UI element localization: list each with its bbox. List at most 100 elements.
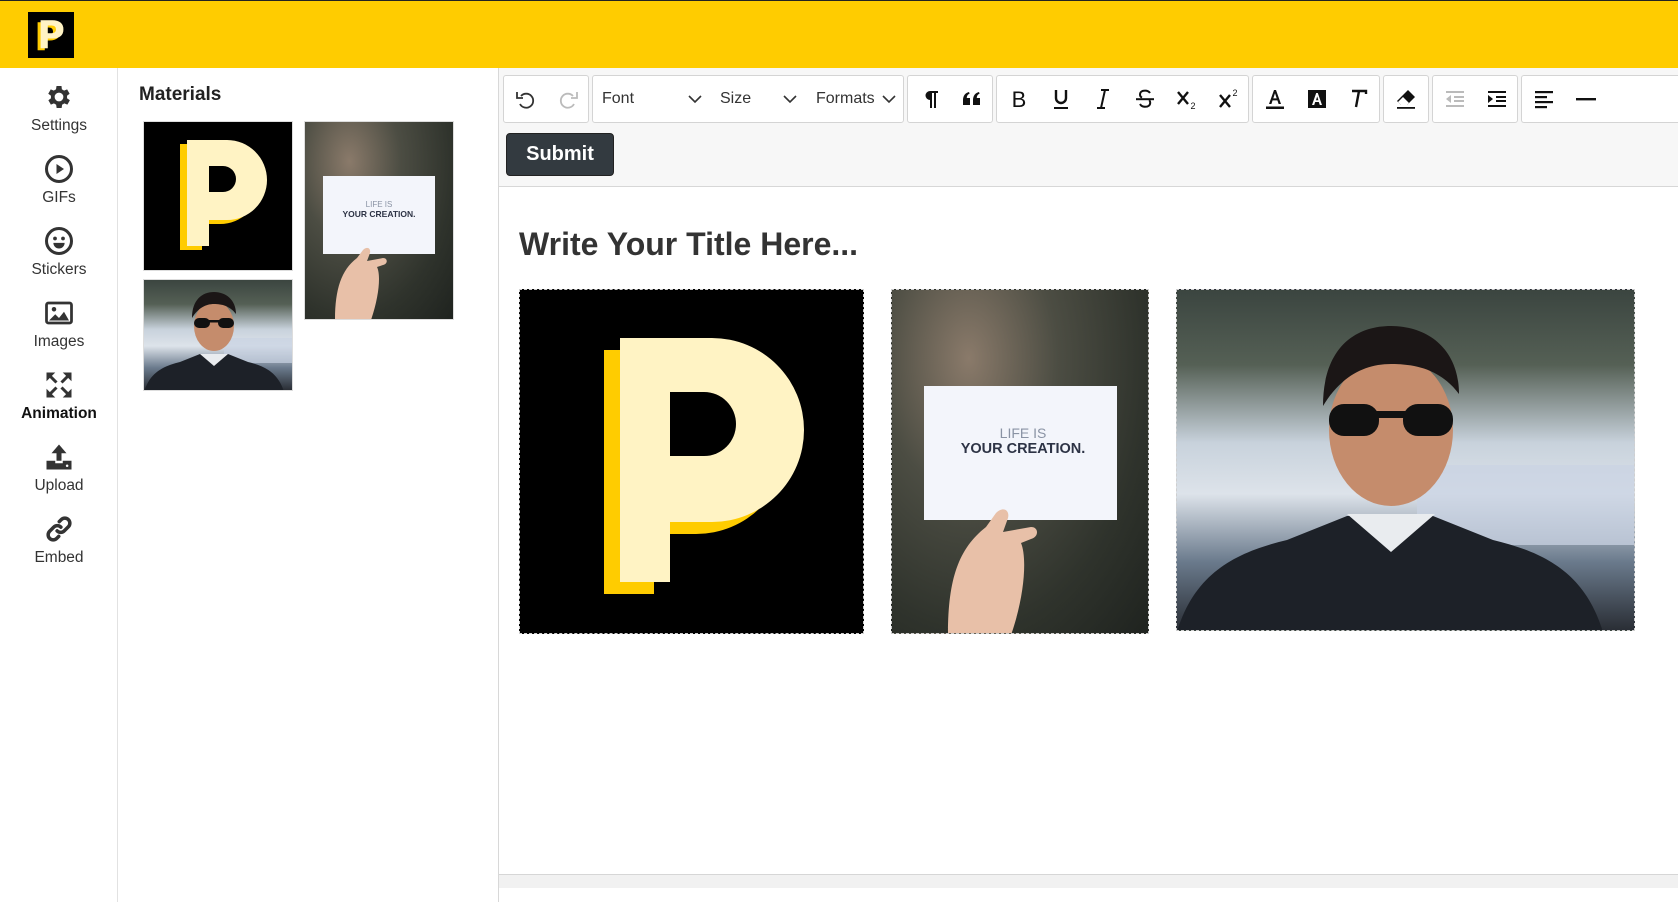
sidebar-item-label: Animation [21,405,97,422]
material-thumb-logo[interactable] [143,121,293,271]
text-style-group: B 2 2 [996,75,1249,123]
chevron-down-icon [882,95,896,104]
material-thumb-card[interactable]: LIFE IS YOUR CREATION. [304,121,454,320]
chevron-down-icon [783,95,797,104]
left-sidebar: Settings GIFs Stickers Images Animation … [0,68,118,902]
outdent-icon [1446,91,1464,107]
materials-title: Materials [139,84,222,105]
indent-group [1432,75,1518,123]
eraser-button[interactable] [1384,76,1428,122]
color-group [1252,75,1380,123]
blockquote-icon [963,92,980,105]
formats-select-label: Formats [816,90,875,107]
eraser-group [1383,75,1429,123]
gear-icon [48,86,70,108]
p-logo-image [180,140,267,250]
size-select[interactable]: Size [712,76,808,122]
horizontal-rule-icon [1576,98,1596,101]
strikethrough-icon [1136,89,1154,108]
redo-icon [559,92,578,109]
undo-button[interactable] [504,76,548,122]
svg-text:2: 2 [1232,88,1237,98]
p-logo-image [604,338,804,594]
paragraph-button[interactable] [908,76,952,122]
image-icon [45,301,73,325]
materials-panel: Materials LIFE IS YOUR CREATION. [118,68,499,902]
editor: Font Size Formats B 2 2 Submit Write You… [499,68,1678,902]
document-image-logo[interactable] [519,289,864,634]
sidebar-item-label: Settings [30,117,87,134]
align-left-icon [1535,91,1553,109]
card-line1-text: LIFE IS [1000,425,1047,441]
indent-icon [1488,91,1506,107]
upload-icon [46,444,72,470]
subscript-icon: 2 [1177,91,1196,111]
sidebar-item-label: Stickers [31,261,87,278]
bold-button[interactable]: B [997,76,1041,122]
paragraph-icon [925,91,938,108]
font-color-icon [1266,90,1284,109]
redo-button[interactable] [546,76,590,122]
top-bar: P [0,0,1678,68]
formats-select[interactable]: Formats [807,76,903,122]
document-image-photo[interactable] [1176,289,1635,631]
indent-button[interactable] [1475,76,1519,122]
expand-arrows-icon [46,372,72,398]
bold-icon: B [1012,87,1027,111]
sidebar-item-images[interactable]: Images [0,298,118,368]
sidebar-item-stickers[interactable]: Stickers [0,226,118,296]
font-color-button[interactable] [1253,76,1297,122]
document-title[interactable]: Write Your Title Here... [519,226,858,263]
sidebar-item-animation[interactable]: Animation [0,370,118,440]
logo-letter: P [37,13,65,57]
sidebar-item-label: Images [33,333,85,350]
sidebar-item-gifs[interactable]: GIFs [0,154,118,224]
align-left-button[interactable] [1522,76,1566,122]
underline-icon [1054,90,1068,109]
submit-button[interactable]: Submit [506,133,614,176]
horizontal-scrollbar[interactable] [499,874,1678,888]
superscript-button[interactable]: 2 [1207,76,1251,122]
material-thumb-photo[interactable] [143,279,293,391]
superscript-icon: 2 [1219,88,1238,108]
sidebar-item-label: Upload [34,477,84,494]
chevron-down-icon [688,95,702,104]
app-logo[interactable]: P [28,12,74,58]
play-circle-icon [45,155,73,183]
card-hand-image: LIFE IS YOUR CREATION. [924,386,1117,633]
italic-button[interactable] [1081,76,1125,122]
sidebar-item-upload[interactable]: Upload [0,442,118,512]
man-sunglasses-image [144,292,292,390]
italic-icon [1097,89,1109,109]
svg-text:B: B [1012,87,1027,111]
subscript-button[interactable]: 2 [1165,76,1209,122]
highlight-icon [1308,90,1326,108]
man-sunglasses-image [1177,326,1634,630]
smiley-icon [45,227,73,255]
sidebar-item-label: GIFs [42,189,76,206]
highlight-button[interactable] [1295,76,1339,122]
history-group [503,75,589,123]
font-select[interactable]: Font [593,76,713,122]
strikethrough-button[interactable] [1123,76,1167,122]
link-icon [46,516,72,542]
undo-icon [516,92,535,109]
horizontal-rule-button[interactable] [1564,76,1608,122]
blockquote-button[interactable] [950,76,994,122]
clear-text-format-button[interactable] [1337,76,1381,122]
sidebar-item-label: Embed [34,549,84,566]
card-hand-image: LIFE IS YOUR CREATION. [323,176,435,319]
outdent-button[interactable] [1433,76,1477,122]
svg-text:2: 2 [1190,101,1195,111]
underline-button[interactable] [1039,76,1083,122]
card-line2-text: YOUR CREATION. [961,441,1086,457]
font-select-label: Font [602,90,635,107]
card-line2-text: YOUR CREATION. [342,209,415,219]
clear-text-format-icon [1352,89,1368,108]
size-select-label: Size [720,90,752,107]
eraser-icon [1397,90,1415,109]
sidebar-item-embed[interactable]: Embed [0,514,118,584]
format-selectors: Font Size Formats [592,75,904,123]
document-image-card[interactable]: LIFE IS YOUR CREATION. [891,289,1149,634]
sidebar-item-settings[interactable]: Settings [0,82,118,152]
